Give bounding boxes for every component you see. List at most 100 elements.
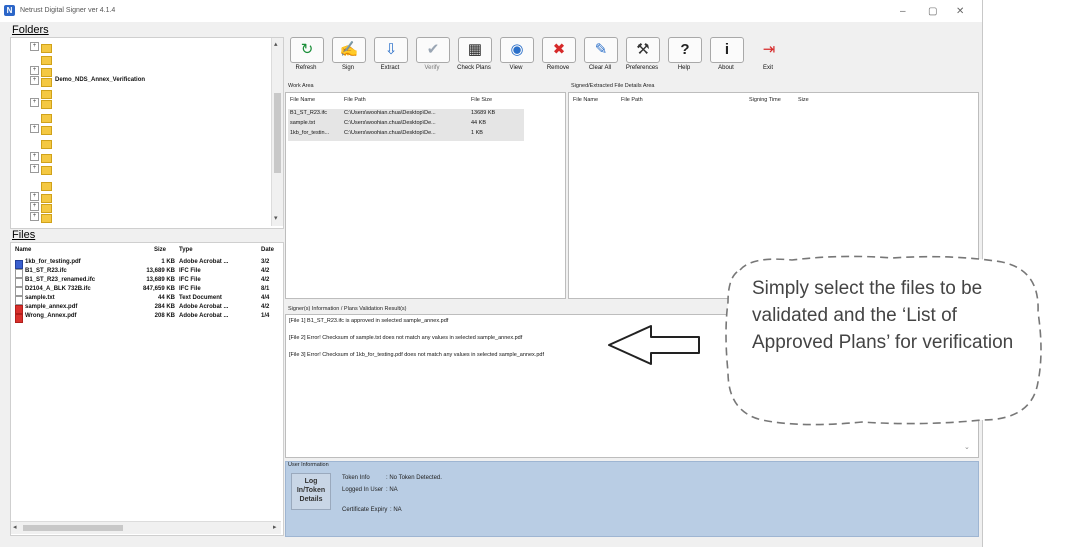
file-row[interactable]: B1_ST_R23.ifc 13,689 KB IFC File 4/2 [11, 268, 281, 278]
col-file-path[interactable]: File Path [344, 97, 366, 103]
col-name[interactable]: Name [15, 247, 31, 253]
verify-label: Verify [424, 65, 440, 71]
scroll-down-icon[interactable]: ▾ [274, 214, 278, 222]
col-signed-file-path[interactable]: File Path [621, 97, 643, 103]
scroll-left-icon[interactable]: ◂ [13, 523, 17, 531]
scroll-up-icon[interactable]: ▴ [274, 40, 278, 48]
expand-icon[interactable]: + [30, 202, 39, 211]
file-name: 1kb_for_testing.pdf [25, 259, 81, 265]
pointer-arrow-icon [608, 325, 700, 365]
work-file-size: 13689 KB [471, 110, 496, 116]
folder-icon [41, 114, 52, 123]
minimize-button[interactable]: – [900, 6, 906, 17]
refresh-button[interactable]: ↻ Refresh [285, 36, 327, 78]
maximize-button[interactable]: ▢ [928, 6, 937, 17]
exit-label: Exit [762, 65, 773, 71]
log-in-token-details-button[interactable]: Log In/Token Details [291, 473, 331, 510]
result-line: [File 2] Error! Checksum of sample.txt d… [289, 335, 523, 341]
expand-icon[interactable]: + [30, 66, 39, 75]
refresh-icon: ↻ [290, 37, 324, 63]
scroll-down-icon[interactable]: ⌄ [964, 443, 970, 451]
file-type: Text Document [179, 295, 222, 301]
logged-in-user-label: Logged In User [342, 487, 384, 493]
expand-icon[interactable]: + [30, 98, 39, 107]
col-size[interactable]: Size [154, 247, 166, 253]
files-hscrollbar[interactable]: ◂ ▸ [11, 521, 281, 534]
file-row[interactable]: sample_annex.pdf 284 KB Adobe Acrobat ..… [11, 304, 281, 314]
folder-icon [41, 182, 52, 191]
callout-text: Simply select the files to be validated … [752, 278, 1014, 353]
clear-all-button[interactable]: ✎ Clear All [579, 36, 621, 78]
folder-icon [41, 100, 52, 109]
expand-icon[interactable]: + [30, 42, 39, 51]
file-size: 847,659 KB [142, 286, 175, 292]
certificate-expiry-value: : NA [390, 507, 402, 513]
folders-header: Folders [12, 24, 49, 36]
log-button-line: Details [299, 496, 323, 503]
file-row[interactable]: sample.txt 44 KB Text Document 4/4 [11, 295, 281, 305]
preferences-button[interactable]: ⚒ Preferences [621, 36, 663, 78]
file-row[interactable]: 1kb_for_testing.pdf 1 KB Adobe Acrobat .… [11, 259, 281, 269]
col-signing-time[interactable]: Signing Time [749, 97, 781, 103]
user-info-panel: Log In/Token Details Token Info : No Tok… [285, 461, 979, 537]
check-plans-label: Check Plans [457, 65, 491, 71]
expand-icon[interactable]: + [30, 124, 39, 133]
token-info-label: Token Info [342, 475, 370, 481]
col-file-size[interactable]: File Size [471, 97, 492, 103]
expand-icon[interactable]: + [30, 164, 39, 173]
work-row[interactable]: B1_ST_R23.ifc C:\Users\woohian.chua\Desk… [286, 110, 526, 119]
check-plans-button[interactable]: ▦ Check Plans [453, 36, 495, 78]
view-icon: ◉ [500, 37, 534, 63]
title-bar: N Netrust Digital Signer ver 4.1.4 – ▢ ✕ [0, 0, 982, 22]
extract-icon: ⇩ [374, 37, 408, 63]
about-button[interactable]: i About [705, 36, 747, 78]
file-name: D2104_A_BLK 732B.ifc [25, 286, 91, 292]
sign-button[interactable]: ✍ Sign [327, 36, 369, 78]
view-button[interactable]: ◉ View [495, 36, 537, 78]
folder-icon [41, 166, 52, 175]
help-button[interactable]: ? Help [663, 36, 705, 78]
col-type[interactable]: Type [179, 247, 193, 253]
file-name: Wrong_Annex.pdf [25, 313, 77, 319]
col-date[interactable]: Date [261, 247, 274, 253]
extract-button[interactable]: ⇩ Extract [369, 36, 411, 78]
file-row[interactable]: Wrong_Annex.pdf 208 KB Adobe Acrobat ...… [11, 313, 281, 323]
col-file-name[interactable]: File Name [290, 97, 315, 103]
col-signed-file-name[interactable]: File Name [573, 97, 598, 103]
expand-icon[interactable]: + [30, 212, 39, 221]
expand-icon[interactable]: + [30, 152, 39, 161]
sign-label: Sign [341, 65, 354, 71]
verify-icon: ✔ [416, 37, 450, 63]
pdf-icon [15, 314, 23, 323]
file-size: 13,689 KB [146, 277, 175, 283]
expand-icon[interactable]: + [30, 192, 39, 201]
work-area-list[interactable]: File Name File Path File Size B1_ST_R23.… [285, 92, 566, 299]
remove-button[interactable]: ✖ Remove [537, 36, 579, 78]
folders-scrollbar[interactable]: ▴ ▾ [271, 38, 283, 226]
scrollbar-thumb[interactable] [23, 525, 123, 531]
preferences-label: Preferences [625, 65, 659, 71]
view-label: View [509, 65, 523, 71]
file-row[interactable]: B1_ST_R23_renamed.ifc 13,689 KB IFC File… [11, 277, 281, 287]
verify-button[interactable]: ✔ Verify [411, 36, 453, 78]
scroll-right-icon[interactable]: ▸ [273, 523, 277, 531]
sign-icon: ✍ [332, 37, 366, 63]
signed-area-label: Signed/Extracted File Details Area [571, 83, 655, 89]
remove-icon: ✖ [542, 37, 576, 63]
col-signed-size[interactable]: Size [798, 97, 809, 103]
work-row[interactable]: sample.txt C:\Users\woohian.chua\Desktop… [286, 120, 526, 129]
folders-tree[interactable]: + + + Demo_NDS_Annex_Verification + + + +… [10, 37, 284, 229]
folder-icon [41, 56, 52, 65]
file-date: 4/2 [261, 268, 270, 274]
work-row[interactable]: 1kb_for_testin... C:\Users\woohian.chua\… [286, 130, 526, 139]
expand-icon[interactable]: + [30, 76, 39, 85]
file-size: 13,689 KB [146, 268, 175, 274]
scrollbar-thumb[interactable] [274, 93, 281, 173]
file-row[interactable]: D2104_A_BLK 732B.ifc 847,659 KB IFC File… [11, 286, 281, 296]
exit-button[interactable]: ⇥ Exit [747, 36, 789, 78]
help-icon: ? [668, 37, 702, 63]
close-button[interactable]: ✕ [956, 6, 964, 17]
files-list[interactable]: Name Size Type Date 1kb_for_testing.pdf … [10, 242, 284, 536]
window-title: Netrust Digital Signer ver 4.1.4 [20, 7, 116, 14]
qr-code-icon: ▦ [458, 37, 492, 63]
